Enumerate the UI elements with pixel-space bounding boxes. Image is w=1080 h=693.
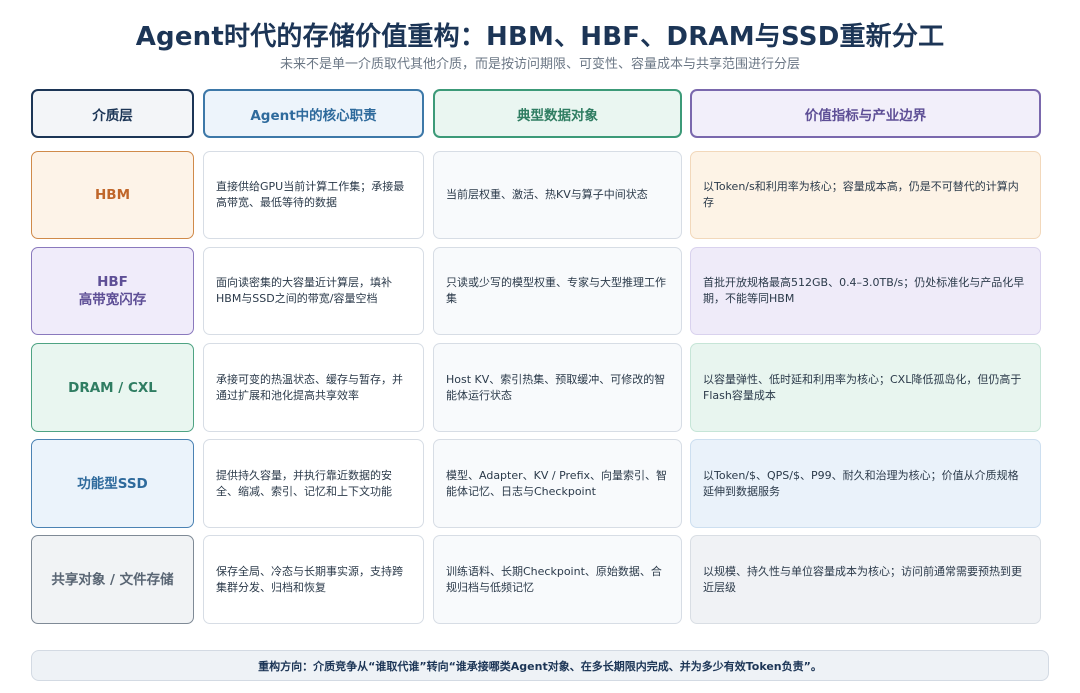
objects-cell-hbf: 只读或少写的模型权重、专家与大型推理工作集 bbox=[433, 247, 682, 335]
role-cell-ssd: 提供持久容量，并执行靠近数据的安全、缩减、索引、记忆和上下文功能 bbox=[203, 439, 424, 528]
value-cell-dram: 以容量弹性、低时延和利用率为核心；CXL降低孤岛化，但仍高于Flash容量成本 bbox=[690, 343, 1041, 432]
role-cell-dram: 承接可变的热温状态、缓存与暂存，并通过扩展和池化提高共享效率 bbox=[203, 343, 424, 432]
objects-cell-shared: 训练语料、长期Checkpoint、原始数据、合规归档与低频记忆 bbox=[433, 535, 682, 624]
layer-hbf: HBF 高带宽闪存 bbox=[31, 247, 194, 335]
value-cell-hbf: 首批开放规格最高512GB、0.4–3.0TB/s；仍处标准化与产品化早期，不能… bbox=[690, 247, 1041, 335]
page-subtitle: 未来不是单一介质取代其他介质，而是按访问期限、可变性、容量成本与共享范围进行分层 bbox=[279, 57, 800, 72]
value-cell-hbm: 以Token/s和利用率为核心；容量成本高，仍是不可替代的计算内存 bbox=[690, 151, 1041, 239]
objects-cell-dram: Host KV、索引热集、预取缓冲、可修改的智能体运行状态 bbox=[433, 343, 682, 432]
role-cell-shared: 保存全局、冷态与长期事实源，支持跨集群分发、归档和恢复 bbox=[203, 535, 424, 624]
header-layer: 介质层 bbox=[31, 89, 194, 138]
value-cell-ssd: 以Token/$、QPS/$、P99、耐久和治理为核心；价值从介质规格延伸到数据… bbox=[690, 439, 1041, 528]
objects-cell-hbm: 当前层权重、激活、热KV与算子中间状态 bbox=[433, 151, 682, 239]
layer-label: HBM bbox=[94, 187, 131, 203]
header-value: 价值指标与产业边界 bbox=[690, 89, 1041, 138]
role-cell-hbm: 直接供给GPU当前计算工作集；承接最高带宽、最低等待的数据 bbox=[203, 151, 424, 239]
layer-label: 共享对象 / 文件存储 bbox=[51, 571, 174, 588]
layer-sublabel: 高带宽闪存 bbox=[78, 292, 147, 308]
layer-label: HBF bbox=[97, 274, 128, 290]
role-cell-hbf: 面向读密集的大容量近计算层，填补HBM与SSD之间的带宽/容量空档 bbox=[203, 247, 424, 335]
header-role: Agent中的核心职责 bbox=[203, 89, 424, 138]
value-cell-shared: 以规模、持久性与单位容量成本为核心；访问前通常需要预热到更近层级 bbox=[690, 535, 1041, 624]
footer-banner: 重构方向：介质竞争从“谁取代谁”转向“谁承接哪类Agent对象、在多长期限内完成… bbox=[31, 650, 1049, 681]
layer-label: DRAM / CXL bbox=[68, 379, 157, 396]
layer-label: 功能型SSD bbox=[77, 475, 148, 492]
page-title: Agent时代的存储价值重构：HBM、HBF、DRAM与SSD重新分工 bbox=[135, 22, 945, 52]
layer-dram-cxl: DRAM / CXL bbox=[31, 343, 194, 432]
header-objects: 典型数据对象 bbox=[433, 89, 682, 138]
layer-functional-ssd: 功能型SSD bbox=[31, 439, 194, 528]
layer-hbm: HBM bbox=[31, 151, 194, 239]
layer-shared-storage: 共享对象 / 文件存储 bbox=[31, 535, 194, 624]
objects-cell-ssd: 模型、Adapter、KV / Prefix、向量索引、智能体记忆、日志与Che… bbox=[433, 439, 682, 528]
